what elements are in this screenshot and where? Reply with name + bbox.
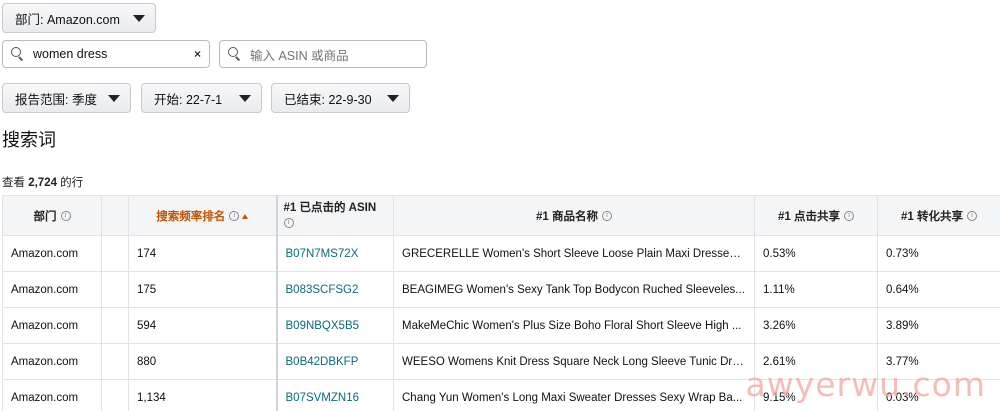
- cell-asin-link[interactable]: B09NBQX5B5: [275, 307, 394, 344]
- department-dropdown-label: 部门: Amazon.com: [15, 12, 120, 27]
- cell-product-name: WEESO Womens Knit Dress Square Neck Long…: [393, 343, 755, 380]
- cell-asin-link[interactable]: B083SCFSG2: [275, 271, 394, 308]
- cell-department: Amazon.com: [2, 235, 102, 272]
- cell-conversion-share: 3.89%: [877, 307, 1000, 344]
- header-asin[interactable]: #1 已点击的 ASIN i: [275, 195, 394, 236]
- header-spacer: [101, 195, 129, 236]
- header-rank-label: 搜索频率排名: [156, 210, 226, 223]
- header-conversion-share[interactable]: #1 转化共享 i: [877, 195, 1000, 236]
- cell-rank: 174: [128, 235, 277, 272]
- chevron-down-icon: [108, 94, 120, 102]
- cell-department: Amazon.com: [2, 343, 102, 380]
- cell-conversion-share: 0.64%: [877, 271, 1000, 308]
- row-count-suffix: 的行: [56, 177, 84, 189]
- header-click-share[interactable]: #1 点击共享 i: [754, 195, 878, 236]
- header-product-name[interactable]: #1 商品名称 i: [393, 195, 755, 236]
- search-icon: [11, 47, 25, 61]
- info-icon[interactable]: i: [229, 211, 240, 222]
- search-term-value[interactable]: women dress: [33, 47, 107, 61]
- header-click-share-label: #1 点击共享: [778, 210, 840, 223]
- chevron-down-icon: [133, 14, 145, 22]
- start-date-label: 开始: 22-7-1: [154, 92, 223, 107]
- cell-click-share: 0.53%: [754, 235, 878, 272]
- cell-asin-link[interactable]: B07N7MS72X: [275, 235, 394, 272]
- report-range-dropdown[interactable]: 报告范围: 季度: [2, 83, 131, 113]
- cell-product-name: MakeMeChic Women's Plus Size Boho Floral…: [393, 307, 755, 344]
- chevron-down-icon: [239, 94, 251, 102]
- table-row: Amazon.com 594 B09NBQX5B5 MakeMeChic Wom…: [2, 307, 1000, 344]
- report-range-label: 报告范围: 季度: [15, 92, 97, 107]
- info-icon[interactable]: i: [602, 211, 612, 222]
- header-rank[interactable]: 搜索频率排名 i: [128, 195, 277, 236]
- header-conversion-share-label: #1 转化共享: [901, 210, 963, 223]
- cell-spacer: [101, 343, 129, 380]
- department-dropdown[interactable]: 部门: Amazon.com: [2, 3, 156, 33]
- asin-search-placeholder[interactable]: 输入 ASIN 或商品: [250, 45, 349, 64]
- cell-conversion-share: 3.77%: [877, 343, 1000, 380]
- search-term-input[interactable]: women dress ×: [2, 40, 210, 68]
- info-icon[interactable]: i: [283, 217, 294, 228]
- table-row: Amazon.com 174 B07N7MS72X GRECERELLE Wom…: [2, 235, 1000, 272]
- clear-search-icon[interactable]: ×: [194, 47, 201, 61]
- cell-spacer: [101, 271, 129, 308]
- section-title: 搜索词: [2, 130, 56, 150]
- cell-spacer: [101, 307, 129, 344]
- cell-click-share: 3.26%: [754, 307, 878, 344]
- table-header-row: 部门 i 搜索频率排名 i #1 已点击的 ASIN i #1 商品名称 i #1 点击…: [2, 195, 1000, 236]
- cell-product-name: Chang Yun Women's Long Maxi Sweater Dres…: [393, 379, 755, 411]
- chevron-down-icon: [387, 94, 399, 102]
- table-row: Amazon.com 1,134 B07SVMZN16 Chang Yun Wo…: [2, 379, 1000, 411]
- header-product-name-label: #1 商品名称: [536, 210, 598, 223]
- info-icon[interactable]: i: [967, 211, 977, 222]
- table-row: Amazon.com 175 B083SCFSG2 BEAGIMEG Women…: [2, 271, 1000, 308]
- header-department[interactable]: 部门 i: [2, 195, 102, 236]
- search-terms-table: 部门 i 搜索频率排名 i #1 已点击的 ASIN i #1 商品名称 i #1 点击…: [2, 195, 1000, 411]
- asin-search-input[interactable]: 输入 ASIN 或商品: [219, 40, 427, 68]
- row-count-prefix: 查看: [2, 177, 29, 189]
- cell-department: Amazon.com: [2, 307, 102, 344]
- end-date-label: 已结束: 22-9-30: [284, 92, 372, 107]
- end-date-dropdown[interactable]: 已结束: 22-9-30: [271, 83, 410, 113]
- info-icon[interactable]: i: [60, 211, 71, 222]
- cell-rank: 594: [128, 307, 277, 344]
- cell-rank: 175: [128, 271, 277, 308]
- cell-asin-link[interactable]: B0B42DBKFP: [275, 343, 394, 380]
- row-count-number: 2,724: [28, 177, 57, 189]
- header-asin-label: #1 已点击的 ASIN: [283, 202, 377, 214]
- table-row: Amazon.com 880 B0B42DBKFP WEESO Womens K…: [2, 343, 1000, 380]
- cell-department: Amazon.com: [2, 271, 102, 308]
- cell-conversion-share: 0.73%: [877, 235, 1000, 272]
- cell-spacer: [101, 235, 129, 272]
- cell-click-share: 1.11%: [754, 271, 878, 308]
- sort-ascending-icon: [242, 213, 249, 219]
- cell-rank: 880: [128, 343, 277, 380]
- row-count: 查看 2,724 的行: [2, 174, 83, 190]
- info-icon[interactable]: i: [844, 211, 854, 222]
- cell-product-name: GRECERELLE Women's Short Sleeve Loose Pl…: [393, 235, 755, 272]
- search-icon: [228, 47, 242, 61]
- cell-spacer: [101, 379, 129, 411]
- cell-click-share: 2.61%: [754, 343, 878, 380]
- cell-asin-link[interactable]: B07SVMZN16: [275, 379, 394, 411]
- cell-conversion-share: 0.03%: [877, 379, 1000, 411]
- cell-department: Amazon.com: [2, 379, 102, 411]
- cell-product-name: BEAGIMEG Women's Sexy Tank Top Bodycon R…: [393, 271, 755, 308]
- header-department-label: 部门: [33, 210, 57, 223]
- cell-click-share: 9.15%: [754, 379, 878, 411]
- cell-rank: 1,134: [128, 379, 277, 411]
- start-date-dropdown[interactable]: 开始: 22-7-1: [141, 83, 262, 113]
